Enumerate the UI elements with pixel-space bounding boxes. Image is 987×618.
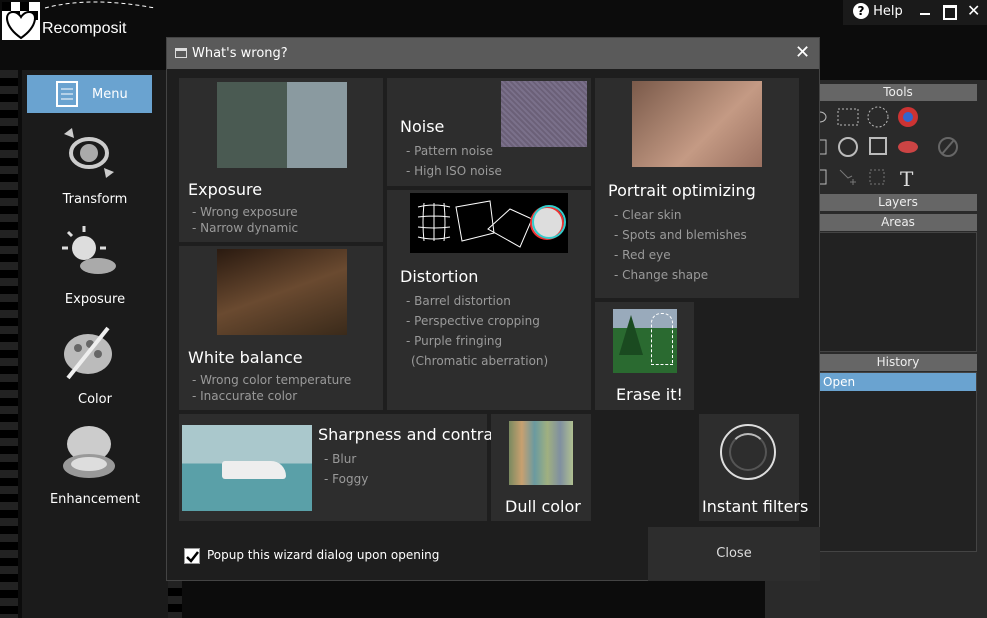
dialog-title-bar[interactable]: What's wrong? ✕ bbox=[167, 38, 819, 69]
close-button[interactable]: Close bbox=[648, 527, 820, 581]
instant-filters-icon bbox=[720, 424, 776, 480]
tile-subitem: (Chromatic aberration) bbox=[411, 354, 549, 368]
tools-grid: T bbox=[813, 104, 974, 192]
transform-icon[interactable] bbox=[58, 122, 120, 184]
tile-subitems: - Clear skin - Spots and blemishes - Red… bbox=[614, 205, 747, 285]
history-item-open[interactable]: Open bbox=[820, 373, 976, 391]
tile-title: Portrait optimizing bbox=[608, 181, 756, 200]
tile-white-balance[interactable]: White balance - Wrong color temperature … bbox=[179, 246, 383, 410]
sidebar-item-enhancement[interactable]: Enhancement bbox=[22, 492, 168, 507]
white-balance-thumbnail bbox=[217, 249, 347, 335]
film-strip-decoration bbox=[168, 580, 182, 618]
exposure-thumbnail bbox=[217, 82, 347, 168]
sun-cloud-icon[interactable] bbox=[58, 222, 120, 284]
compact-mirror-icon[interactable] bbox=[58, 422, 120, 484]
sidebar-item-exposure[interactable]: Exposure bbox=[22, 292, 168, 307]
help-button[interactable]: ? Help bbox=[853, 3, 903, 19]
tile-subitem: - Blur bbox=[324, 452, 357, 466]
film-strip-decoration bbox=[0, 70, 18, 618]
minimize-button[interactable] bbox=[920, 13, 930, 15]
tile-title: Noise bbox=[400, 117, 445, 136]
tile-title: Sharpness and contrast bbox=[318, 425, 508, 444]
menu-document-icon bbox=[56, 81, 78, 107]
tile-subitem: - High ISO noise bbox=[406, 164, 502, 178]
menu-button[interactable]: Menu bbox=[27, 75, 152, 113]
popup-wizard-checkbox[interactable] bbox=[184, 548, 200, 564]
tile-sharpness-contrast[interactable]: Sharpness and contrast - Blur - Foggy bbox=[179, 414, 508, 521]
app-logo: Recomposit bbox=[0, 0, 162, 44]
sidebar-item-label: Enhancement bbox=[49, 492, 141, 507]
checkmark-icon bbox=[186, 551, 199, 563]
tile-instant-filters[interactable]: Instant filters bbox=[699, 414, 808, 521]
help-icon: ? bbox=[853, 3, 869, 19]
tile-portrait-optimizing[interactable]: Portrait optimizing - Clear skin - Spots… bbox=[595, 78, 799, 298]
tile-subitems: - Blur - Foggy bbox=[324, 449, 368, 489]
tile-dull-color[interactable]: Dull color bbox=[491, 414, 591, 521]
tile-erase-it[interactable]: Erase it! bbox=[595, 302, 694, 410]
erase-thumbnail bbox=[613, 309, 677, 373]
tile-subitem: - Red eye bbox=[614, 248, 671, 262]
layers-header[interactable]: Layers bbox=[819, 194, 977, 211]
tile-subitem: - Clear skin bbox=[614, 208, 682, 222]
tile-subitem: - Pattern noise bbox=[406, 144, 494, 158]
top-bar: ? Help ✕ bbox=[843, 0, 987, 25]
sharpness-thumbnail bbox=[182, 425, 312, 511]
tile-subitem: - Spots and blemishes bbox=[614, 228, 747, 242]
tile-title: White balance bbox=[188, 348, 303, 367]
palette-icon[interactable] bbox=[58, 322, 120, 384]
tile-exposure[interactable]: Exposure - Wrong exposure - Narrow dynam… bbox=[179, 78, 383, 242]
tile-subitem: - Barrel distortion bbox=[406, 294, 511, 308]
dialog-close-icon[interactable]: ✕ bbox=[795, 42, 810, 63]
tree-shape bbox=[619, 315, 643, 355]
dialog-title: What's wrong? bbox=[192, 46, 288, 61]
tile-title: Distortion bbox=[400, 267, 479, 286]
tile-subitem: - Purple fringing bbox=[406, 334, 503, 348]
distortion-thumbnail bbox=[410, 193, 568, 253]
tile-noise[interactable]: Noise - Pattern noise - High ISO noise bbox=[387, 78, 591, 186]
tile-subitems: - Wrong color temperature - Inaccurate c… bbox=[192, 370, 351, 406]
tile-subitem: - Foggy bbox=[324, 472, 369, 486]
tile-distortion[interactable]: Distortion - Barrel distortion - Perspec… bbox=[387, 190, 591, 410]
tile-subitems: - Wrong exposure - Narrow dynamic bbox=[192, 202, 298, 238]
sidebar-item-label: Exposure bbox=[64, 292, 126, 307]
sidebar-item-label: Color bbox=[78, 392, 112, 407]
distortion-grid-icon bbox=[417, 200, 566, 248]
tile-title: Dull color bbox=[505, 497, 581, 516]
boat-shape bbox=[222, 461, 286, 479]
tile-subitems: - Pattern noise - High ISO noise bbox=[406, 141, 502, 181]
areas-header[interactable]: Areas bbox=[819, 214, 977, 231]
noise-thumbnail bbox=[501, 81, 587, 147]
tile-title: Instant filters bbox=[702, 497, 809, 516]
tile-title: Erase it! bbox=[616, 385, 683, 404]
help-label: Help bbox=[873, 4, 903, 19]
tools-header[interactable]: Tools bbox=[819, 84, 977, 101]
popup-wizard-label: Popup this wizard dialog upon opening bbox=[207, 548, 440, 562]
tile-subitem: - Perspective cropping bbox=[406, 314, 540, 328]
app-logo-text: Recomposit bbox=[42, 20, 127, 37]
areas-list bbox=[819, 232, 977, 352]
dull-color-thumbnail bbox=[509, 421, 573, 485]
maximize-button[interactable] bbox=[943, 5, 957, 20]
tile-subitem: - Change shape bbox=[614, 268, 709, 282]
sidebar-item-label: Transform bbox=[62, 192, 128, 207]
window-icon bbox=[175, 48, 187, 58]
tile-title: Exposure bbox=[188, 180, 263, 199]
tile-subitem: - Narrow dynamic bbox=[192, 221, 299, 235]
tile-subitems: - Barrel distortion - Perspective croppi… bbox=[406, 291, 548, 371]
history-list: Open bbox=[819, 372, 977, 552]
portrait-thumbnail bbox=[632, 81, 762, 167]
menu-label: Menu bbox=[92, 87, 128, 102]
dashed-selection bbox=[651, 313, 673, 365]
history-header[interactable]: History bbox=[819, 354, 977, 371]
close-window-button[interactable]: ✕ bbox=[967, 1, 980, 20]
sidebar-item-color[interactable]: Color bbox=[22, 392, 168, 407]
svg-text:T: T bbox=[900, 167, 914, 191]
sidebar-item-transform[interactable]: Transform bbox=[22, 192, 168, 207]
